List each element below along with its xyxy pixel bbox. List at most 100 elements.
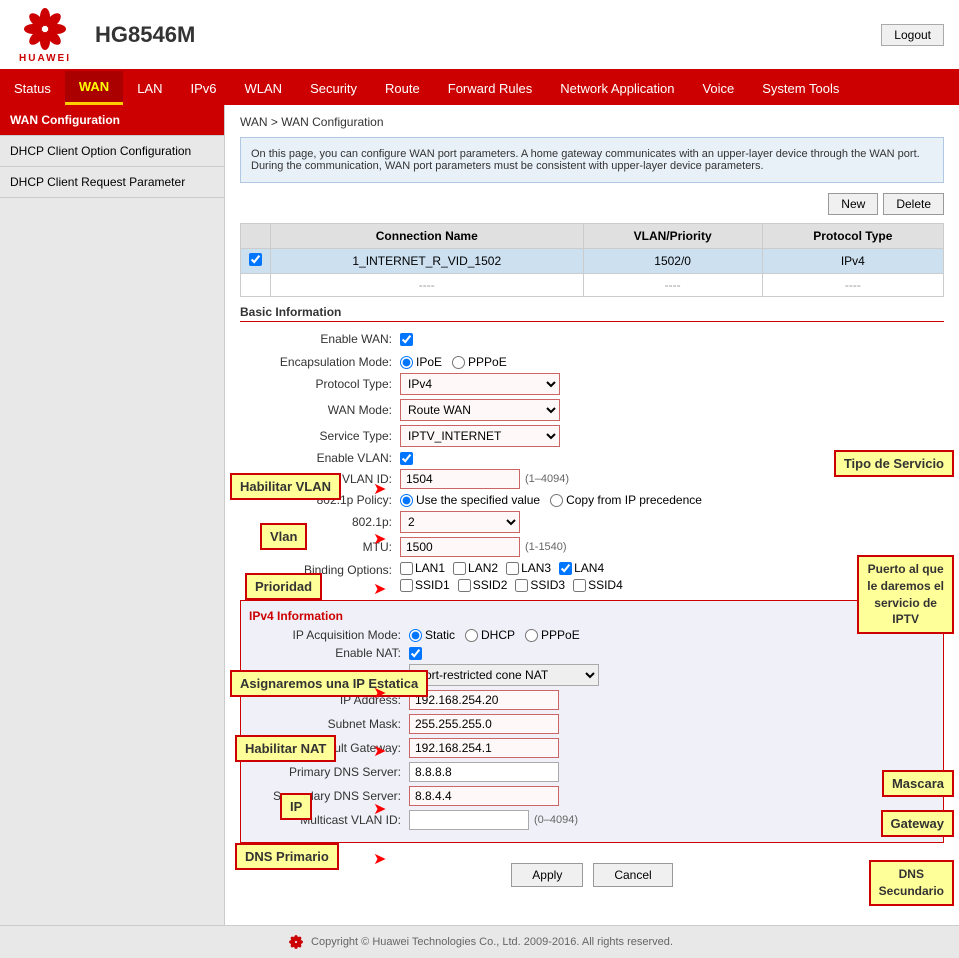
nat-type-select[interactable]: Port-restricted cone NAT [409,664,599,686]
acq-dhcp-radio[interactable] [465,629,478,642]
lan2-checkbox[interactable] [453,562,466,575]
encap-ipoe-radio[interactable] [400,356,413,369]
lan3-label: LAN3 [506,561,551,575]
table-row: 1_INTERNET_R_VID_1502 1502/0 IPv4 [241,249,944,274]
arrow-ip: ➤ [373,799,386,819]
protocol-type-select[interactable]: IPv4 [400,373,560,395]
cancel-button[interactable]: Cancel [593,863,672,887]
service-type-select[interactable]: IPTV_INTERNET [400,425,560,447]
device-name: HG8546M [95,22,881,48]
mtu-input[interactable] [400,537,520,557]
acq-pppoe-radio[interactable] [525,629,538,642]
enable-wan-checkbox[interactable] [400,333,413,346]
subnet-input[interactable] [409,714,559,734]
nav-item-wlan[interactable]: WLAN [231,73,297,104]
nav-item-security[interactable]: Security [296,73,371,104]
table-row: ---- ---- ---- [241,274,944,297]
col-checkbox [241,224,271,249]
main-nav: Status WAN LAN IPv6 WLAN Security Route … [0,71,959,105]
arrow-dns-primario: ➤ [373,849,386,869]
wan-mode-label: WAN Mode: [240,403,400,417]
col-connection-name: Connection Name [271,224,584,249]
multicast-input[interactable] [409,810,529,830]
encap-pppoe-radio[interactable] [452,356,465,369]
vlan-hint: (1–4094) [525,473,569,485]
lan3-checkbox[interactable] [506,562,519,575]
acq-pppoe-text: PPPoE [541,628,580,642]
ssid3-checkbox[interactable] [515,579,528,592]
nav-item-forward[interactable]: Forward Rules [434,73,547,104]
encap-ipoe-text: IPoE [416,355,442,369]
acquisition-label: IP Acquisition Mode: [249,628,409,642]
ssid1-label: SSID1 [400,578,450,592]
lan1-checkbox[interactable] [400,562,413,575]
lan1-label: LAN1 [400,561,445,575]
enable-nat-checkbox[interactable] [409,647,422,660]
service-type-label: Service Type: [240,429,400,443]
dns2-input[interactable] [409,786,559,806]
p802-select[interactable]: 2 [400,511,520,533]
breadcrumb: WAN > WAN Configuration [240,115,944,129]
encap-ipoe-label: IPoE [400,355,442,369]
arrow-prioridad: ➤ [373,579,386,599]
multicast-hint: (0–4094) [534,814,578,826]
wan-config-table: Connection Name VLAN/Priority Protocol T… [240,223,944,297]
ip-addr-input[interactable] [409,690,559,710]
annotation-tipo-servicio: Tipo de Servicio [834,450,954,477]
mtu-hint: (1-1540) [525,541,567,553]
vlan-id-input[interactable] [400,469,520,489]
annotation-puerto-iptv: Puerto al quele daremos elservicio deIPT… [857,555,954,634]
gateway-input[interactable] [409,738,559,758]
nav-item-network-app[interactable]: Network Application [546,73,688,104]
row1-checkbox[interactable] [249,253,262,266]
nav-item-system[interactable]: System Tools [748,73,853,104]
annotation-vlan: Vlan [260,523,307,550]
nav-item-route[interactable]: Route [371,73,434,104]
logout-button[interactable]: Logout [881,24,944,46]
basic-info-title: Basic Information [240,305,944,322]
lan4-checkbox[interactable] [559,562,572,575]
annotation-dns-primario: DNS Primario [235,843,339,870]
ssid2-checkbox[interactable] [458,579,471,592]
nav-item-status[interactable]: Status [0,73,65,104]
ssid4-checkbox[interactable] [573,579,586,592]
subnet-label: Subnet Mask: [249,717,409,731]
info-box: On this page, you can configure WAN port… [240,137,944,183]
annotation-habilitar-nat: Habilitar NAT [235,735,336,762]
sidebar-item-dhcp-option[interactable]: DHCP Client Option Configuration [0,136,224,167]
row2-protocol: ---- [762,274,943,297]
encapsulation-label: Encapsulation Mode: [240,355,400,369]
row2-name: ---- [271,274,584,297]
nav-item-ipv6[interactable]: IPv6 [177,73,231,104]
policy-specified-radio[interactable] [400,494,413,507]
dns1-label: Primary DNS Server: [249,765,409,779]
wan-mode-select[interactable]: Route WAN [400,399,560,421]
delete-button[interactable]: Delete [883,193,944,215]
nav-item-wan[interactable]: WAN [65,71,123,105]
new-button[interactable]: New [828,193,878,215]
action-bar: Apply Cancel [240,853,944,897]
nav-item-voice[interactable]: Voice [688,73,748,104]
nav-item-lan[interactable]: LAN [123,73,176,104]
ipv4-title: IPv4 Information [249,609,935,623]
sidebar-item-dhcp-request[interactable]: DHCP Client Request Parameter [0,167,224,198]
enable-vlan-checkbox[interactable] [400,452,413,465]
arrow-asignar-ip: ➤ [373,683,386,703]
annotation-dns-secundario: DNSSecundario [869,860,954,906]
sidebar: WAN Configuration DHCP Client Option Con… [0,105,225,925]
apply-button[interactable]: Apply [511,863,583,887]
footer-logo-icon [286,934,306,950]
row1-name: 1_INTERNET_R_VID_1502 [271,249,584,274]
logo-text: HUAWEI [19,53,71,64]
protocol-type-label: Protocol Type: [240,377,400,391]
ssid1-checkbox[interactable] [400,579,413,592]
sidebar-item-wan-config[interactable]: WAN Configuration [0,105,224,136]
lan4-label: LAN4 [559,561,604,575]
row1-protocol: IPv4 [762,249,943,274]
dns1-input[interactable] [409,762,559,782]
col-protocol: Protocol Type [762,224,943,249]
policy-copy-radio[interactable] [550,494,563,507]
acq-static-radio[interactable] [409,629,422,642]
ssid2-label: SSID2 [458,578,508,592]
binding-options: LAN1 LAN2 LAN3 LAN4 SSID1 [400,561,623,592]
